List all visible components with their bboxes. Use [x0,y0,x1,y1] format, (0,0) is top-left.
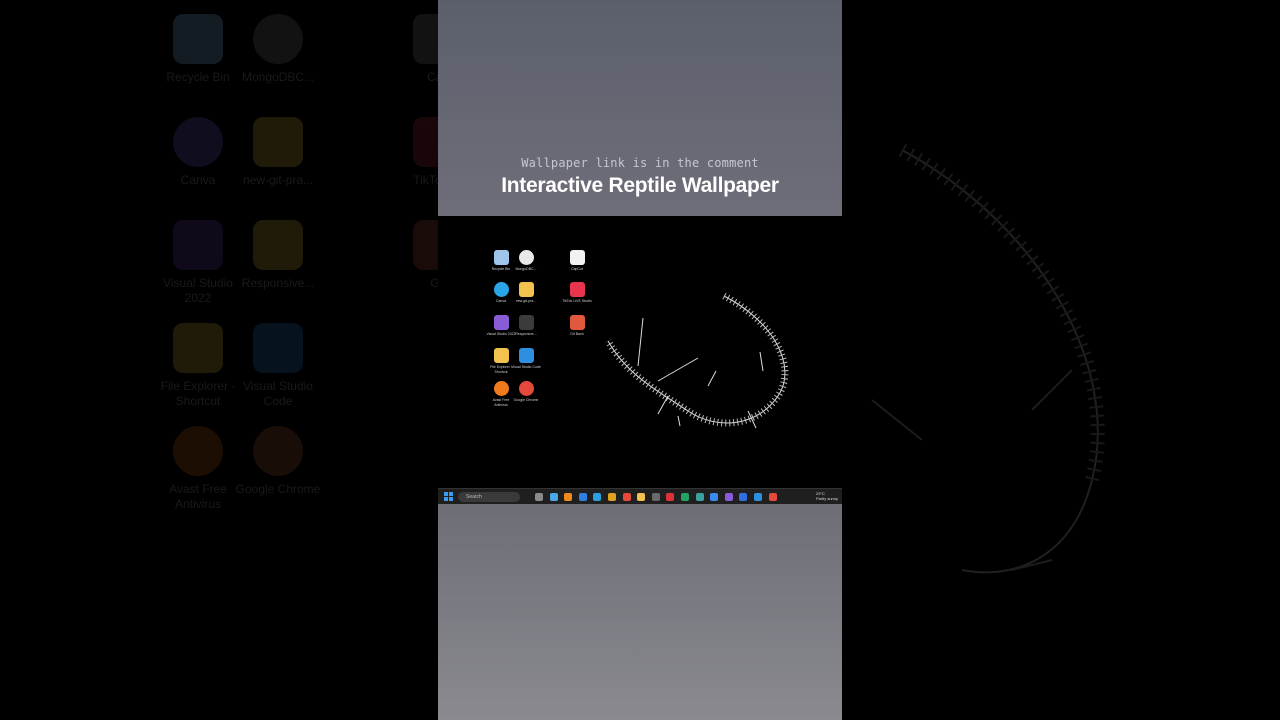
excel-icon[interactable] [681,493,689,501]
reptile-wallpaper-graphic [604,292,789,429]
desktop-icon[interactable]: Git Bash [562,315,592,337]
desktop-icon[interactable]: MongoDBC... [511,250,541,272]
file-explorer-icon [493,348,509,363]
weather-widget[interactable]: 29°C Partly sunny [816,491,838,501]
file-icon[interactable] [535,493,543,501]
edge-icon[interactable] [593,493,602,501]
desktop-icon-label: MongoDBC... [515,267,537,271]
desktop-icon-label: File Explorer - Shortcut [490,365,512,374]
video-frame: Wallpaper link is in the comment Interac… [438,0,842,720]
capcut-icon [569,250,585,265]
weather-desc: Partly sunny [815,496,838,501]
chrome-icon[interactable] [622,493,631,501]
desktop-icon-label: Google Chrome [513,398,539,402]
git-icon [569,315,585,330]
mongodb-icon [518,250,534,265]
app-icon[interactable] [695,493,704,501]
desktop-icon[interactable]: new-git-pra... [511,282,541,304]
canva-icon [493,282,509,297]
vlc-icon[interactable] [564,493,573,501]
copilot-icon[interactable] [549,493,558,501]
desktop-icon-label: Canva [495,299,507,303]
desktop-icon-label: TikTok LIVE Studio [562,299,592,303]
desktop-icon-label: Avast Free Antivirus [492,398,510,407]
caption-panel: Wallpaper link is in the comment Interac… [438,0,842,216]
desktop-icon-label: Git Bash [570,332,584,336]
desktop-icon-label: new-git-pra... [515,299,537,303]
recycle-bin-icon [493,250,509,265]
media-icon[interactable] [651,493,660,501]
folder-icon[interactable] [637,493,646,501]
vscode-icon [518,348,534,363]
folder-icon [518,282,534,297]
messenger-icon[interactable] [710,493,719,501]
desktop-icon[interactable]: TikTok LIVE Studio [562,282,592,304]
desktop-icon[interactable]: Responsive... [511,315,541,337]
desktop-icon[interactable]: Visual Studio Code [511,348,541,370]
bottom-panel [438,504,842,720]
desktop-screenshot: Recycle Bin MongoDBC... CapCut Canva new-git… [438,216,842,505]
visual-studio-icon [493,315,509,330]
caption-subtitle: Wallpaper link is in the comment [521,156,759,170]
visual-studio-icon[interactable] [724,493,733,501]
desktop-icon-label: CapCut [571,267,583,271]
avast-icon [493,381,509,396]
taskbar-search[interactable]: Search [458,492,520,502]
desktop-icon[interactable]: CapCut [562,250,592,272]
start-button[interactable] [444,492,453,501]
desktop-icon-label: Recycle Bin [491,267,511,271]
facebook-icon[interactable] [739,493,748,501]
app-icon[interactable] [608,493,616,501]
opera-icon[interactable] [666,493,675,501]
vscode-icon[interactable] [754,493,762,501]
desktop-icon[interactable]: Google Chrome [511,381,541,403]
tiktok-icon [569,282,585,297]
chrome-icon[interactable] [768,493,777,501]
chrome-icon [518,381,534,396]
store-icon[interactable] [578,493,587,501]
desktop-icon-label: Visual Studio Code [511,365,541,369]
taskbar: Search 29°C Partly sunny [438,488,842,505]
folder-icon [518,315,534,330]
desktop-icon-label: Responsive... [515,332,537,336]
caption-title: Interactive Reptile Wallpaper [501,174,779,197]
